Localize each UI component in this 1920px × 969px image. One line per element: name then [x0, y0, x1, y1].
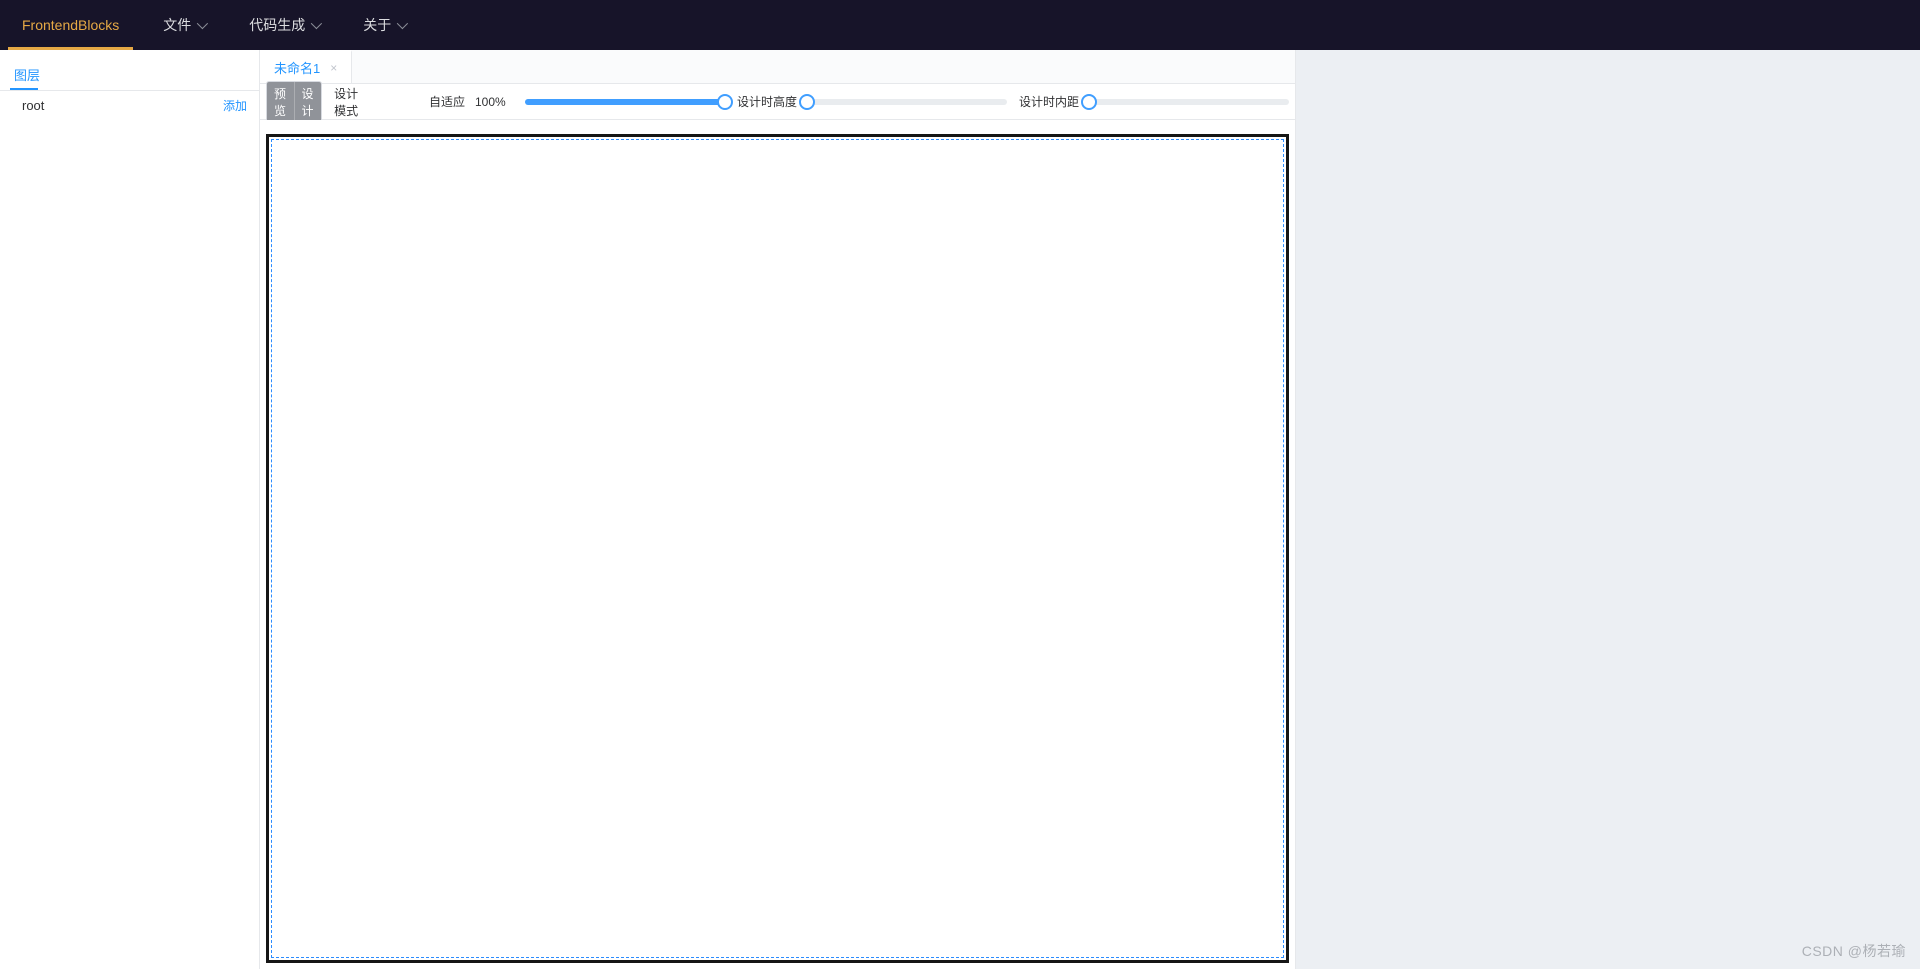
layers-tab[interactable]: 图层 [10, 59, 44, 90]
slider-thumb[interactable] [799, 94, 815, 110]
chevron-down-icon [197, 18, 208, 29]
menu-file-label: 文件 [163, 15, 191, 35]
menu-file[interactable]: 文件 [141, 0, 227, 50]
design-toolbar: 预览 设计 设计模式 自适应 100% 设计时高度 [260, 84, 1295, 120]
design-padding-slider-block: 设计时内距 [1019, 93, 1289, 110]
document-tabs: 未命名1 × [260, 50, 1295, 84]
layer-add-button[interactable]: 添加 [223, 97, 247, 114]
design-padding-slider[interactable] [1089, 99, 1289, 105]
menu-about[interactable]: 关于 [341, 0, 427, 50]
adaptive-label: 自适应 [429, 93, 465, 110]
layers-panel-tabs: 图层 [0, 50, 259, 90]
center-column: 未命名1 × 预览 设计 设计模式 自适应 100% [260, 50, 1295, 969]
adaptive-slider[interactable] [525, 99, 725, 105]
design-height-slider-block: 设计时高度 [737, 93, 1007, 110]
mode-segment: 预览 设计 [266, 81, 322, 123]
document-tab[interactable]: 未命名1 × [260, 50, 352, 83]
mode-design-button[interactable]: 设计 [295, 82, 322, 122]
layer-row-root[interactable]: root 添加 [0, 91, 259, 120]
layers-tab-label: 图层 [14, 68, 40, 83]
menu-codegen-label: 代码生成 [249, 15, 305, 35]
menu-codegen[interactable]: 代码生成 [227, 0, 341, 50]
mode-label: 设计模式 [334, 85, 368, 119]
layer-root-name: root [22, 98, 44, 113]
brand-title[interactable]: FrontendBlocks [0, 0, 141, 50]
close-icon[interactable]: × [330, 61, 337, 75]
design-canvas[interactable] [266, 134, 1289, 963]
chevron-down-icon [397, 18, 408, 29]
design-height-label: 设计时高度 [737, 93, 797, 110]
slider-thumb[interactable] [717, 94, 733, 110]
slider-thumb[interactable] [1081, 94, 1097, 110]
brand-label: FrontendBlocks [22, 17, 119, 33]
layers-tab-underline [10, 88, 38, 90]
design-height-slider[interactable] [807, 99, 1007, 105]
chevron-down-icon [311, 18, 322, 29]
design-padding-label: 设计时内距 [1019, 93, 1079, 110]
top-menubar: FrontendBlocks 文件 代码生成 关于 [0, 0, 1920, 50]
layers-panel: 图层 root 添加 [0, 50, 260, 969]
adaptive-value: 100% [475, 95, 515, 109]
body-row: 图层 root 添加 未命名1 × 预览 设计 设计模式 [0, 50, 1920, 969]
adaptive-slider-block: 自适应 100% [429, 93, 725, 110]
canvas-wrap [260, 120, 1295, 969]
slider-fill [525, 99, 725, 105]
mode-preview-button[interactable]: 预览 [267, 82, 295, 122]
menu-about-label: 关于 [363, 15, 391, 35]
inspector-panel [1295, 50, 1920, 969]
document-tab-label: 未命名1 [274, 58, 320, 77]
